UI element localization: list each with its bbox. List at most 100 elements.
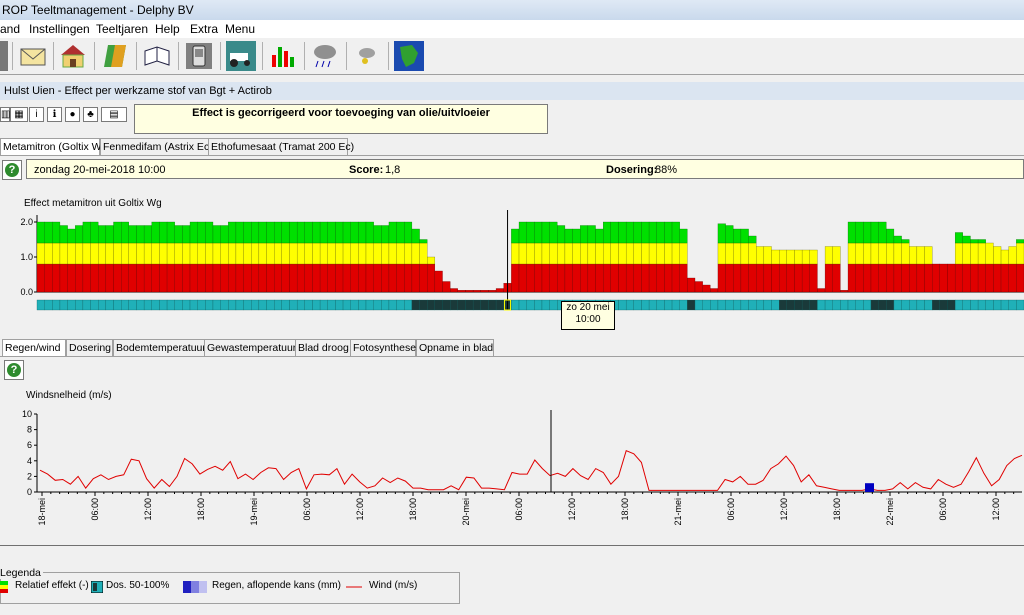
menu-item-instellingen[interactable]: Instellingen bbox=[29, 22, 90, 36]
bar-green bbox=[977, 239, 986, 244]
menu-item-teeltjaren[interactable]: Teeltjaren bbox=[96, 22, 148, 36]
bar-chart-icon[interactable] bbox=[268, 41, 298, 71]
tab-ethofumesaat[interactable]: Ethofumesaat (Tramat 200 Ec) bbox=[208, 138, 354, 155]
toolbar-separator bbox=[178, 42, 179, 70]
weather-icon[interactable] bbox=[310, 41, 340, 71]
bar-yellow bbox=[595, 242, 604, 265]
tooltip-line2: 10:00 bbox=[575, 314, 601, 325]
bar-red bbox=[304, 263, 313, 293]
tab-fotosynthese[interactable]: Fotosynthese bbox=[350, 339, 416, 356]
bar-green bbox=[534, 221, 543, 244]
bar-red bbox=[121, 263, 129, 293]
bar-red bbox=[572, 263, 581, 293]
bar-yellow bbox=[419, 242, 428, 265]
dosing-cell bbox=[893, 299, 902, 311]
bar-green bbox=[411, 228, 420, 244]
dosing-cell bbox=[725, 299, 734, 311]
dosing-cell bbox=[44, 299, 53, 311]
toolbar-separator bbox=[94, 42, 95, 70]
bar-red bbox=[671, 263, 680, 293]
dosing-cell bbox=[886, 299, 895, 311]
dosing-cell bbox=[419, 299, 428, 311]
help-button-weather[interactable]: ? bbox=[4, 360, 24, 380]
bar-red bbox=[893, 263, 902, 293]
weather-tabs: Regen/wind Dosering Bodemtemperatuur Gew… bbox=[0, 339, 500, 357]
menu-bar: and Instellingen Teeltjaren Help Extra M… bbox=[0, 20, 1024, 38]
tooltip-line1: zo 20 mei bbox=[566, 302, 610, 313]
tab-metamitron[interactable]: Metamitron (Goltix Wg) bbox=[0, 138, 111, 156]
bar-yellow bbox=[633, 242, 642, 265]
drop-icon[interactable]: ● bbox=[65, 107, 80, 122]
bar-red bbox=[472, 290, 481, 293]
partial-icon[interactable] bbox=[0, 41, 8, 71]
info-icon[interactable]: i bbox=[29, 107, 44, 122]
menu-item-and[interactable]: and bbox=[0, 22, 20, 36]
menu-item-extra[interactable]: Extra bbox=[190, 22, 218, 36]
x-tick-label: 18:00 bbox=[620, 498, 630, 521]
bar-yellow bbox=[82, 242, 91, 265]
bar-red bbox=[434, 270, 443, 293]
dosing-cell bbox=[763, 299, 772, 311]
book-icon[interactable] bbox=[142, 41, 172, 71]
bar-red bbox=[411, 263, 420, 293]
bar-yellow bbox=[587, 242, 596, 265]
bar-green bbox=[404, 221, 413, 244]
toolbar-separator bbox=[388, 42, 389, 70]
bar-red bbox=[266, 263, 275, 293]
tab-bodemtemperatuur[interactable]: Bodemtemperatuur bbox=[113, 339, 206, 356]
dosing-cell bbox=[771, 299, 780, 311]
bar-green bbox=[572, 228, 581, 244]
tractor-icon[interactable] bbox=[226, 41, 256, 71]
bar-green bbox=[159, 221, 168, 244]
calculator-icon[interactable]: ▦ bbox=[10, 107, 28, 122]
envelope-icon[interactable] bbox=[18, 41, 48, 71]
dosing-cell bbox=[817, 299, 826, 311]
leaf-icon[interactable]: ♣ bbox=[83, 107, 98, 122]
dosing-cell bbox=[182, 299, 191, 311]
dosing-cell bbox=[235, 299, 244, 311]
x-tick-label: 12:00 bbox=[779, 498, 789, 521]
dosing-cell bbox=[358, 299, 367, 311]
dosing-cell bbox=[932, 299, 940, 311]
x-tick-label: 18-mei bbox=[37, 498, 47, 526]
bar-green bbox=[296, 221, 305, 244]
tab-opname-in-blad[interactable]: Opname in blad bbox=[416, 339, 494, 356]
dosing-cell bbox=[243, 299, 252, 311]
bar-red bbox=[932, 263, 940, 293]
bar-yellow bbox=[274, 242, 282, 265]
bar-red bbox=[993, 263, 1002, 293]
dosing-cell bbox=[465, 299, 474, 311]
tab-dosering[interactable]: Dosering bbox=[66, 339, 113, 356]
tab-fenmedifam[interactable]: Fenmedifam (Astrix Ec) bbox=[100, 138, 213, 155]
dosing-cell bbox=[289, 299, 298, 311]
grid-icon[interactable]: ▥ bbox=[0, 107, 10, 122]
dosing-cell bbox=[863, 299, 872, 311]
bar-yellow bbox=[863, 242, 872, 265]
bar-green bbox=[82, 221, 91, 244]
table-icon[interactable]: ▤ bbox=[101, 107, 127, 122]
help-button[interactable]: ? bbox=[2, 160, 22, 180]
tab-gewastemperatuur[interactable]: Gewastemperatuur bbox=[204, 339, 296, 356]
bar-red bbox=[748, 263, 757, 293]
bar-yellow bbox=[36, 242, 45, 265]
bar-green bbox=[304, 221, 313, 244]
menu-item-help[interactable]: Help bbox=[155, 22, 180, 36]
bar-red bbox=[702, 284, 711, 293]
spray-icon[interactable] bbox=[352, 41, 382, 71]
tab-blad-droog[interactable]: Blad droog bbox=[295, 339, 351, 356]
dosing-cell bbox=[901, 299, 910, 311]
bar-green bbox=[893, 235, 902, 244]
menu-item-menu[interactable]: Menu bbox=[225, 22, 255, 36]
device-icon[interactable] bbox=[184, 41, 214, 71]
dosing-cell bbox=[947, 299, 956, 311]
dosing-cell bbox=[870, 299, 879, 311]
field-icon[interactable] bbox=[100, 41, 130, 71]
map-icon[interactable] bbox=[394, 41, 424, 71]
person-info-icon[interactable]: ℹ bbox=[47, 107, 62, 122]
dosing-cell bbox=[274, 299, 282, 311]
bar-yellow bbox=[182, 242, 191, 265]
tab-regen-wind[interactable]: Regen/wind bbox=[2, 339, 66, 357]
bar-yellow bbox=[534, 242, 543, 265]
farm-icon[interactable] bbox=[58, 41, 88, 71]
dosing-cell bbox=[855, 299, 864, 311]
